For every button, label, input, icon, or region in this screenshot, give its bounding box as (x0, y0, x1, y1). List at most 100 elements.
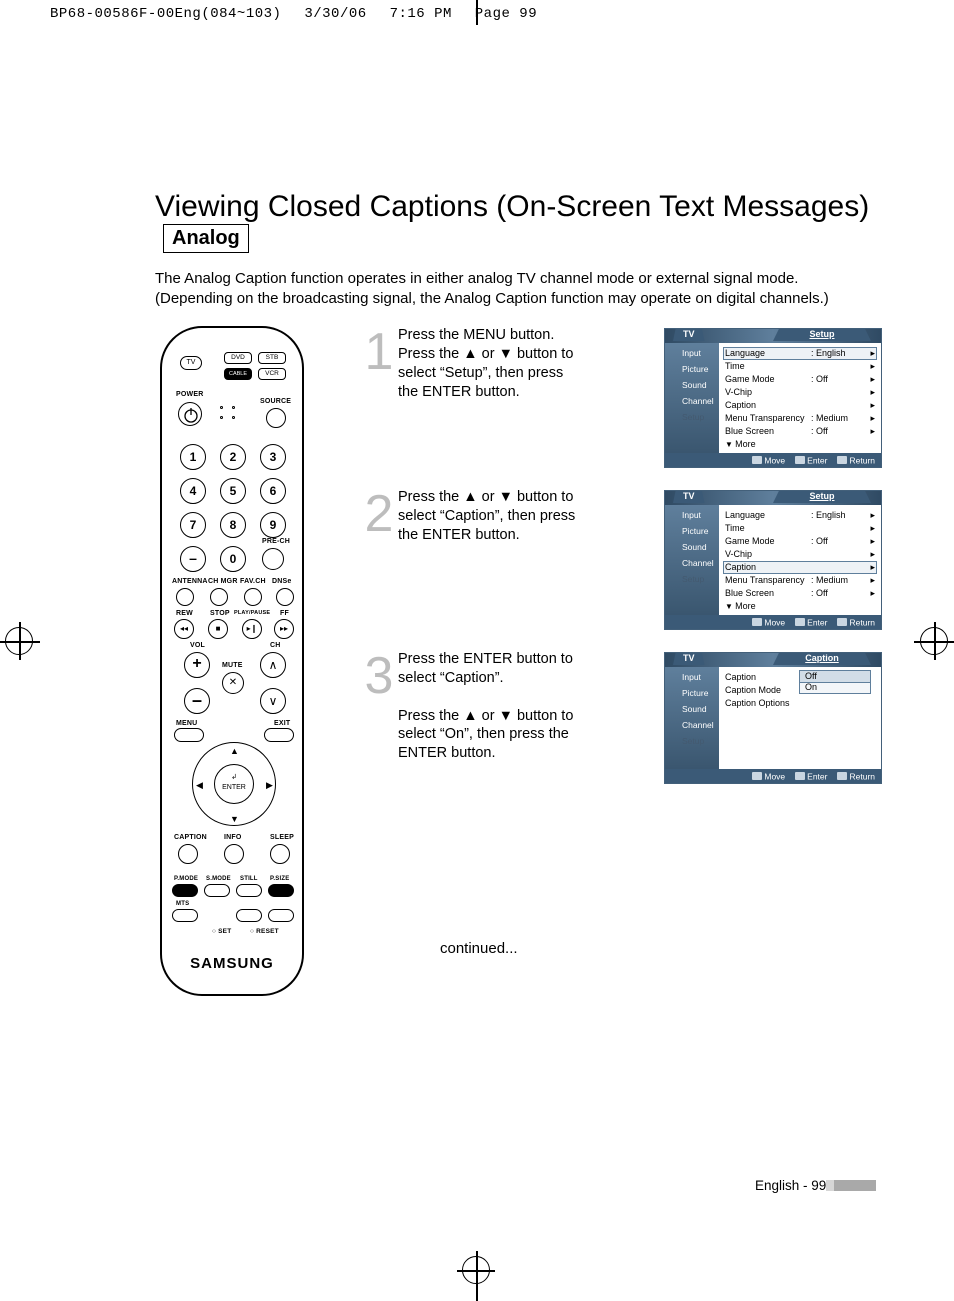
osd-screenshot-1: TV Setup Input Picture Sound Channel Set… (664, 328, 882, 468)
step-number: 1 (362, 330, 396, 374)
remote-cable-button: CABLE (224, 368, 252, 380)
source-label: SOURCE (260, 398, 291, 405)
step-1: 1 Press the MENU button.Press the ▲ or ▼… (362, 326, 882, 468)
ch-up: ∧ (260, 652, 286, 678)
step-text: Press the MENU button.Press the ▲ or ▼ b… (396, 326, 584, 401)
smode-label: S.MODE (206, 876, 231, 882)
osd-option-box: Off On (799, 670, 871, 694)
dpad-left-icon: ◀ (196, 780, 203, 791)
step-number: 3 (362, 654, 396, 698)
remote-illustration: TV DVD STB CABLE VCR POWER SOURCE 1 2 3 … (160, 326, 310, 1006)
num-5: 5 (220, 478, 246, 504)
prech-label: PRE-CH (262, 538, 290, 545)
antenna-label: ANTENNA (172, 578, 208, 585)
continued-text: continued... (440, 940, 518, 957)
osd-main: Language: English▸ Time▸ Game Mode: Off▸… (719, 343, 881, 453)
num-8: 8 (220, 512, 246, 538)
print-header: BP68-00586F-00Eng(084~103) 3/30/06 7:16 … (50, 6, 551, 22)
prech-button (262, 548, 284, 570)
dpad-down-icon: ▼ (230, 814, 239, 824)
led-dot (232, 416, 235, 419)
dash-button: – (180, 546, 206, 572)
step-3: 3 Press the ENTER button to select “Capt… (362, 650, 882, 784)
play-button: ▸❙ (242, 619, 262, 639)
dnse-label: DNSe (272, 578, 291, 585)
osd-option-on: On (800, 682, 870, 693)
registration-mark (462, 1256, 490, 1284)
osd-sidebar-sound: Sound (665, 377, 719, 393)
play-label: PLAY/PAUSE (234, 610, 270, 616)
print-time: 7:16 PM (390, 6, 452, 22)
osd-sidebar-input: Input (665, 345, 719, 361)
osd-sidebar-channel: Channel (665, 393, 719, 409)
caption-button (178, 844, 198, 864)
led-dot (220, 416, 223, 419)
led-dot (220, 406, 223, 409)
mute-label: MUTE (222, 662, 243, 669)
registration-mark (5, 627, 33, 655)
num-4: 4 (180, 478, 206, 504)
footer-bar-icon (834, 1180, 876, 1191)
sleep-label: SLEEP (270, 834, 294, 841)
sleep-button (270, 844, 290, 864)
osd-sidebar: Input Picture Sound Channel Setup (665, 343, 719, 453)
stop-label: STOP (210, 610, 230, 617)
pmode-label: P.MODE (174, 876, 198, 882)
power-button (178, 402, 202, 426)
psize-button (268, 884, 294, 897)
still-button (236, 884, 262, 897)
blank-button-2 (268, 909, 294, 922)
num-3: 3 (260, 444, 286, 470)
rew-button: ◂◂ (174, 619, 194, 639)
ff-button: ▸▸ (274, 619, 294, 639)
reset-label: ○ RESET (250, 928, 279, 935)
chmgr-label: CH MGR (208, 578, 238, 585)
power-label: POWER (176, 391, 203, 398)
info-label: INFO (224, 834, 242, 841)
num-1: 1 (180, 444, 206, 470)
osd-sidebar-setup: Setup (665, 409, 719, 425)
mute-button: ✕ (222, 672, 244, 694)
menu-label: MENU (176, 720, 197, 727)
still-label: STILL (240, 876, 258, 882)
num-9: 9 (260, 512, 286, 538)
info-button (224, 844, 244, 864)
osd-screenshot-3: TV Caption Input Picture Sound Channel S… (664, 652, 882, 784)
move-icon (752, 456, 762, 464)
return-icon (837, 456, 847, 464)
dpad-right-icon: ▶ (266, 780, 273, 791)
page-title: Viewing Closed Captions (On-Screen Text … (155, 190, 869, 224)
enter-button: ↲ENTER (214, 764, 254, 804)
registration-mark (920, 627, 948, 655)
favch-button (244, 588, 262, 606)
favch-label: FAV.CH (240, 578, 266, 585)
smode-button (204, 884, 230, 897)
step-number: 2 (362, 492, 396, 536)
num-7: 7 (180, 512, 206, 538)
dnse-button (276, 588, 294, 606)
pmode-button (172, 884, 198, 897)
chmgr-button (210, 588, 228, 606)
exit-button (264, 728, 294, 742)
content-area: Viewing Closed Captions (On-Screen Text … (155, 190, 895, 310)
enter-icon (795, 456, 805, 464)
vol-down: – (184, 688, 210, 714)
steps-area: 1 Press the MENU button.Press the ▲ or ▼… (362, 326, 882, 804)
page-footer: English - 99 (755, 1178, 876, 1193)
dpad-up-icon: ▲ (230, 746, 239, 756)
analog-badge: Analog (163, 224, 249, 253)
print-file: BP68-00586F-00Eng(084~103) (50, 6, 281, 22)
blank-button-1 (236, 909, 262, 922)
remote-stb-button: STB (258, 352, 286, 364)
osd-screenshot-2: TV Setup Input Picture Sound Channel Set… (664, 490, 882, 630)
osd-top: TV Setup (665, 329, 881, 343)
step-text: Press the ENTER button to select “Captio… (396, 650, 584, 763)
num-0: 0 (220, 546, 246, 572)
caption-label: CAPTION (174, 834, 207, 841)
print-page: Page 99 (475, 6, 537, 22)
ff-label: FF (280, 610, 289, 617)
brand-logo: SAMSUNG (162, 955, 302, 972)
osd-sidebar-picture: Picture (665, 361, 719, 377)
intro-paragraph: The Analog Caption function operates in … (155, 269, 875, 310)
antenna-button (176, 588, 194, 606)
